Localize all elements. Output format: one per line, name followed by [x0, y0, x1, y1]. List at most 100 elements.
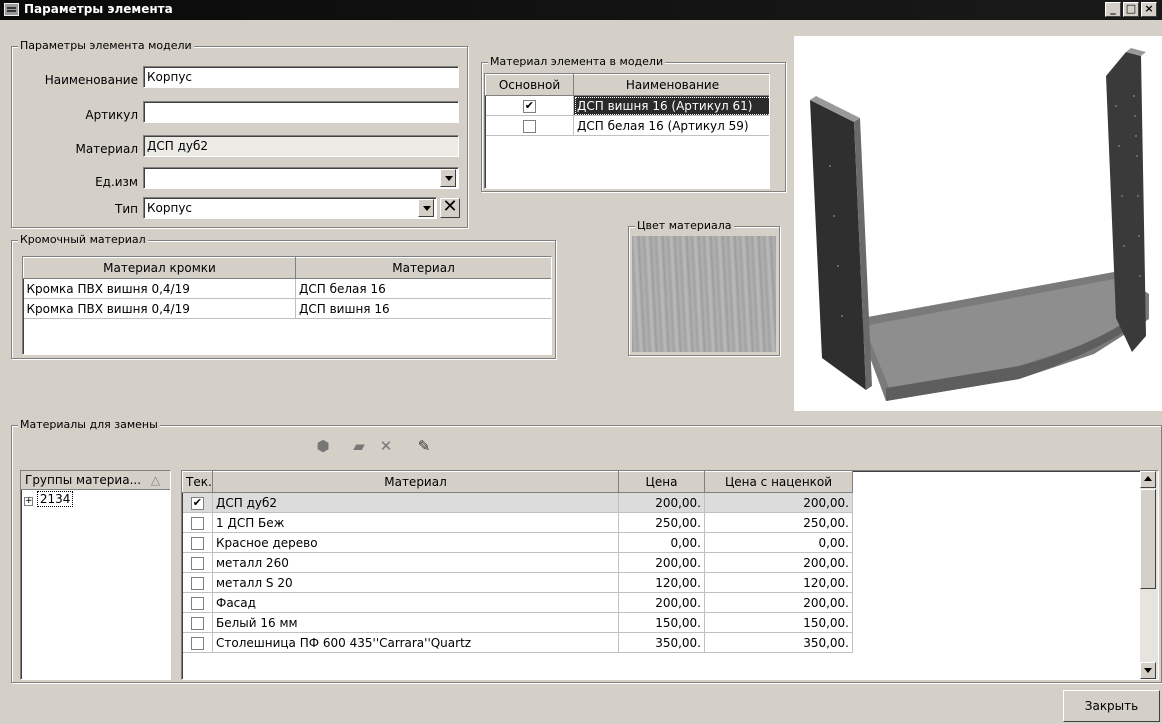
window-title: Параметры элемента	[24, 2, 173, 16]
replacement-materials-group-label: Материалы для замены	[18, 418, 160, 431]
current-checkbox[interactable]	[190, 576, 204, 590]
current-checkbox[interactable]	[190, 596, 204, 610]
price-markup-cell: 200,00.	[704, 492, 853, 513]
name-field[interactable]: Корпус	[143, 66, 459, 88]
clear-type-button[interactable]: ✕	[440, 198, 460, 218]
model-material-group-label: Материал элемента в модели	[488, 55, 666, 68]
type-select[interactable]: Корпус	[143, 197, 437, 219]
model-material-table: Основной Наименование ДСП вишня 16 (Арти…	[484, 73, 770, 189]
col-current-header[interactable]: Тек.	[182, 471, 213, 493]
delete-icon[interactable]: ✕	[374, 435, 398, 459]
material-groups-tree: Группы материа... △ + 2134	[20, 470, 171, 680]
groups-header[interactable]: Группы материа...	[25, 473, 141, 487]
materials-list: Тек. Материал Цена Цена с наценкой ДСП д…	[182, 471, 853, 653]
price-cell: 350,00.	[618, 632, 705, 653]
app-icon	[4, 3, 19, 16]
material-color-group-label: Цвет материала	[635, 219, 734, 232]
table-row[interactable]: Белый 16 мм 150,00. 150,00.	[182, 612, 853, 633]
material-color-swatch	[632, 236, 776, 352]
price-cell: 200,00.	[618, 552, 705, 573]
material-cell: ДСП дуб2	[212, 492, 619, 513]
table-row[interactable]: металл S 20 120,00. 120,00.	[182, 572, 853, 593]
table-row[interactable]: металл 260 200,00. 200,00.	[182, 552, 853, 573]
preview-3d[interactable]	[794, 36, 1162, 411]
main-checkbox[interactable]	[522, 119, 536, 133]
col-price-header[interactable]: Цена	[618, 471, 705, 493]
price-cell: 120,00.	[618, 572, 705, 593]
edge-cell: Кромка ПВХ вишня 0,4/19	[23, 278, 296, 299]
unit-select[interactable]	[143, 167, 459, 189]
table-row[interactable]: Столешница ПФ 600 435''Carrara''Quartz 3…	[182, 632, 853, 653]
price-markup-cell: 200,00.	[704, 552, 853, 573]
table-row[interactable]: ДСП дуб2 200,00. 200,00.	[182, 492, 853, 513]
sort-asc-icon: △	[150, 473, 161, 487]
col-material-header[interactable]: Материал	[212, 471, 619, 493]
material-cell: ДСП белая 16	[295, 278, 551, 299]
col-name-header[interactable]: Наименование	[573, 74, 769, 96]
replacement-materials-table: Тек. Материал Цена Цена с наценкой ДСП д…	[181, 470, 1159, 680]
close-window-button[interactable]: ×	[1141, 2, 1157, 17]
table-row[interactable]: ДСП белая 16 (Артикул 59)	[485, 115, 769, 136]
current-checkbox[interactable]	[190, 556, 204, 570]
tree-item-label: 2134	[36, 491, 74, 507]
material-name-cell: ДСП белая 16 (Артикул 59)	[573, 115, 769, 136]
material-cell: ДСП вишня 16	[295, 298, 551, 319]
material-field[interactable]: ДСП дуб2	[143, 135, 459, 157]
material-cell: Столешница ПФ 600 435''Carrara''Quartz	[212, 632, 619, 653]
price-cell: 250,00.	[618, 512, 705, 533]
table-row[interactable]: Кромка ПВХ вишня 0,4/19 ДСП белая 16	[23, 278, 551, 299]
tree-item-2134[interactable]: + 2134	[21, 490, 170, 508]
title-bar: Параметры элемента _ □ ×	[0, 0, 1162, 20]
scroll-thumb[interactable]	[1140, 489, 1156, 589]
table-row[interactable]: Кромка ПВХ вишня 0,4/19 ДСП вишня 16	[23, 298, 551, 319]
price-markup-cell: 0,00.	[704, 532, 853, 553]
col-main-header[interactable]: Основной	[485, 74, 574, 96]
cabinet-preview-image	[810, 48, 1149, 401]
price-markup-cell: 250,00.	[704, 512, 853, 533]
price-cell: 150,00.	[618, 612, 705, 633]
minimize-button[interactable]: _	[1105, 2, 1121, 17]
unit-label: Ед.изм	[95, 175, 138, 189]
current-checkbox[interactable]	[190, 536, 204, 550]
current-checkbox[interactable]	[190, 516, 204, 530]
table-row[interactable]: Фасад 200,00. 200,00.	[182, 592, 853, 613]
material-cell: 1 ДСП Беж	[212, 512, 619, 533]
scroll-up-button[interactable]	[1140, 471, 1156, 488]
current-checkbox[interactable]	[190, 496, 204, 510]
col-price-markup-header[interactable]: Цена с наценкой	[704, 471, 853, 493]
main-checkbox[interactable]	[522, 99, 536, 113]
close-button[interactable]: Закрыть	[1063, 690, 1160, 722]
material-cell: Красное дерево	[212, 532, 619, 553]
replace-material-icon[interactable]: ▰	[347, 435, 371, 459]
name-label: Наименование	[44, 73, 138, 87]
table-row[interactable]: ДСП вишня 16 (Артикул 61)	[485, 95, 769, 116]
price-cell: 200,00.	[618, 592, 705, 613]
price-markup-cell: 200,00.	[704, 592, 853, 613]
col-edge-material-header[interactable]: Материал кромки	[23, 257, 296, 279]
price-cell: 0,00.	[618, 532, 705, 553]
table-row[interactable]: Красное дерево 0,00. 0,00.	[182, 532, 853, 553]
edge-material-group-label: Кромочный материал	[18, 233, 148, 246]
material-name-cell: ДСП вишня 16 (Артикул 61)	[573, 95, 769, 116]
element-params-group-label: Параметры элемента модели	[18, 39, 194, 52]
unit-dropdown-button[interactable]	[440, 169, 456, 187]
paint-material-icon[interactable]: ✎	[412, 435, 436, 459]
scroll-down-button[interactable]	[1140, 662, 1156, 679]
material-cell: Белый 16 мм	[212, 612, 619, 633]
price-markup-cell: 150,00.	[704, 612, 853, 633]
table-row[interactable]: 1 ДСП Беж 250,00. 250,00.	[182, 512, 853, 533]
edge-material-table: Материал кромки Материал Кромка ПВХ вишн…	[22, 256, 552, 355]
current-checkbox[interactable]	[190, 636, 204, 650]
material-cell: металл S 20	[212, 572, 619, 593]
edge-cell: Кромка ПВХ вишня 0,4/19	[23, 298, 296, 319]
article-field[interactable]	[143, 101, 459, 123]
expand-icon[interactable]: +	[24, 497, 33, 506]
add-material-icon[interactable]: ⬢	[311, 435, 335, 459]
col-material-header[interactable]: Материал	[295, 257, 551, 279]
vertical-scrollbar[interactable]	[1140, 471, 1158, 679]
type-dropdown-button[interactable]	[418, 199, 434, 217]
current-checkbox[interactable]	[190, 616, 204, 630]
material-cell: Фасад	[212, 592, 619, 613]
maximize-button[interactable]: □	[1123, 2, 1139, 17]
type-label: Тип	[115, 202, 138, 216]
